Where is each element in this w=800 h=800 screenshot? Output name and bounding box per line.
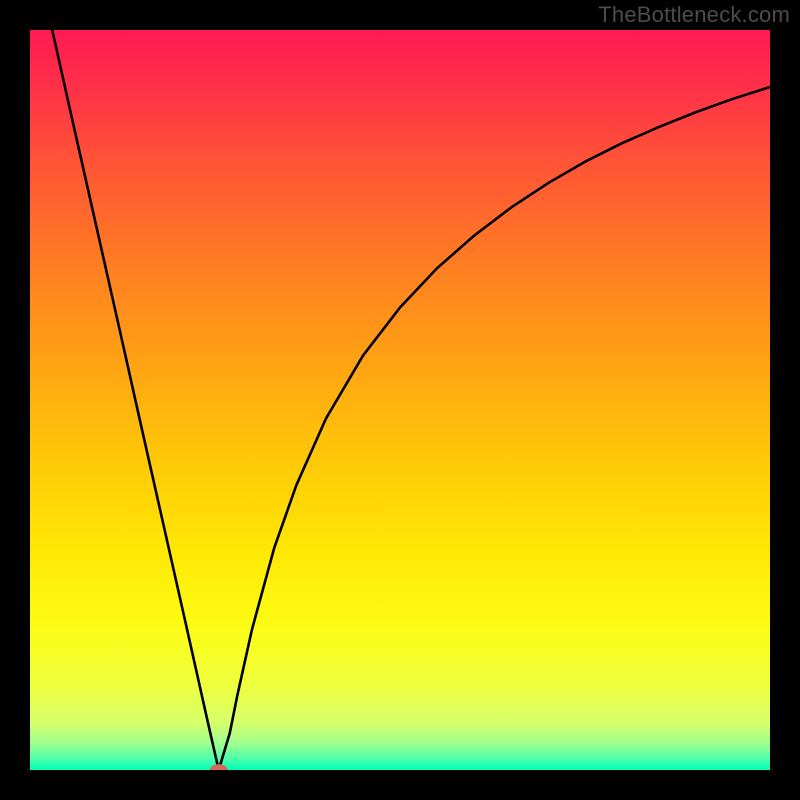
chart-svg [30,30,770,770]
chart-frame: TheBottleneck.com [0,0,800,800]
watermark-text: TheBottleneck.com [598,2,790,28]
plot-area [30,30,770,770]
heatmap-background [30,30,770,770]
